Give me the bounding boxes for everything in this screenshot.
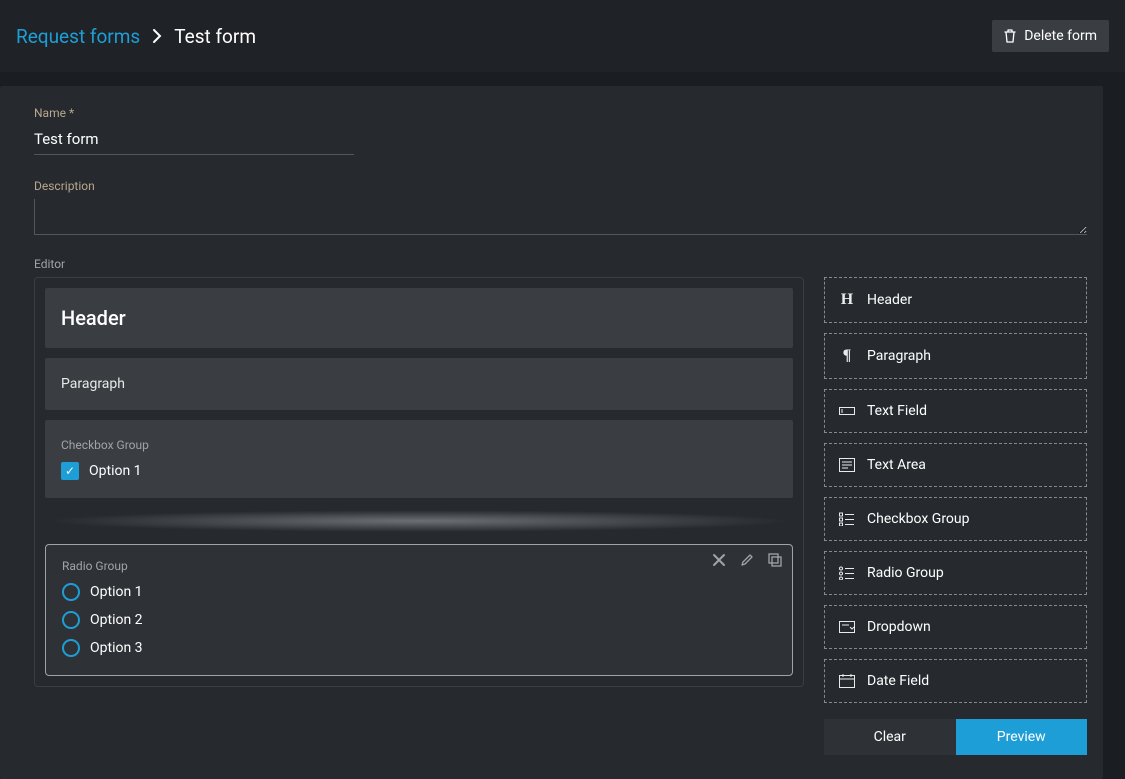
- name-input[interactable]: [34, 126, 354, 155]
- canvas-block-radio-group[interactable]: Radio Group Option 1 Option 2 Option 3: [45, 544, 793, 676]
- main-panel: Name * Description Editor Header Paragra…: [0, 86, 1103, 779]
- editor-area: Header Paragraph Checkbox Group ✓ Option…: [34, 277, 1087, 755]
- canvas-block-checkbox-group[interactable]: Checkbox Group ✓ Option 1: [45, 420, 793, 498]
- date-field-icon: [839, 674, 855, 688]
- breadcrumb-current: Test form: [174, 25, 256, 48]
- clear-button[interactable]: Clear: [824, 719, 956, 755]
- palette-item-label: Checkbox Group: [867, 511, 970, 527]
- chevron-right-icon: [152, 29, 162, 43]
- palette-item-label: Text Field: [867, 403, 927, 419]
- radio-icon[interactable]: [62, 611, 80, 629]
- radio-option-label: Option 1: [90, 584, 143, 600]
- drop-indicator: [45, 510, 793, 532]
- description-label: Description: [34, 179, 1087, 193]
- delete-form-button[interactable]: Delete form: [992, 20, 1109, 52]
- radio-option-label: Option 3: [90, 640, 143, 656]
- checkbox-option-label: Option 1: [89, 463, 142, 479]
- palette-column: H Header ¶ Paragraph Text Field Text Are…: [824, 277, 1087, 755]
- palette-item-text-field[interactable]: Text Field: [824, 389, 1087, 433]
- block-toolbar: [712, 553, 782, 567]
- palette-item-label: Paragraph: [867, 348, 931, 364]
- palette-item-paragraph[interactable]: ¶ Paragraph: [824, 333, 1087, 379]
- checkbox-group-icon: [839, 512, 855, 526]
- radio-option-row[interactable]: Option 3: [62, 639, 776, 657]
- canvas-block-header[interactable]: Header: [45, 288, 793, 348]
- palette-item-label: Date Field: [867, 673, 929, 689]
- breadcrumb: Request forms Test form: [16, 25, 256, 48]
- radio-option-row[interactable]: Option 1: [62, 583, 776, 601]
- close-icon[interactable]: [712, 553, 726, 567]
- header-bar: Request forms Test form Delete form: [0, 0, 1125, 72]
- palette-item-header[interactable]: H Header: [824, 277, 1087, 323]
- palette-item-label: Text Area: [867, 457, 926, 473]
- text-field-icon: [839, 405, 855, 417]
- text-area-icon: [839, 458, 855, 472]
- checkbox-group-label: Checkbox Group: [61, 438, 777, 452]
- paragraph-block-text: Paragraph: [61, 376, 777, 392]
- checkbox-option-row[interactable]: ✓ Option 1: [61, 462, 777, 480]
- radio-option-row[interactable]: Option 2: [62, 611, 776, 629]
- palette-item-date-field[interactable]: Date Field: [824, 659, 1087, 703]
- radio-icon[interactable]: [62, 583, 80, 601]
- edit-icon[interactable]: [740, 553, 754, 567]
- editor-label: Editor: [34, 257, 1087, 271]
- radio-group-label: Radio Group: [62, 559, 776, 573]
- description-field-group: Description: [34, 179, 1087, 239]
- radio-option-label: Option 2: [90, 612, 143, 628]
- header-block-text: Header: [61, 306, 777, 330]
- canvas-column: Header Paragraph Checkbox Group ✓ Option…: [34, 277, 804, 755]
- paragraph-icon: ¶: [839, 347, 855, 365]
- checkbox-icon[interactable]: ✓: [61, 462, 79, 480]
- palette-item-checkbox-group[interactable]: Checkbox Group: [824, 497, 1087, 541]
- palette-item-dropdown[interactable]: Dropdown: [824, 605, 1087, 649]
- palette-item-label: Dropdown: [867, 619, 931, 635]
- canvas-block-paragraph[interactable]: Paragraph: [45, 358, 793, 410]
- delete-form-label: Delete form: [1024, 28, 1097, 44]
- heading-icon: H: [839, 291, 855, 309]
- breadcrumb-root-link[interactable]: Request forms: [16, 25, 140, 48]
- trash-icon: [1004, 29, 1016, 43]
- palette-item-label: Radio Group: [867, 565, 944, 581]
- radio-icon[interactable]: [62, 639, 80, 657]
- dropdown-icon: [839, 621, 855, 633]
- preview-button[interactable]: Preview: [956, 719, 1088, 755]
- name-field-group: Name *: [34, 106, 1087, 155]
- palette-item-text-area[interactable]: Text Area: [824, 443, 1087, 487]
- name-label: Name *: [34, 106, 1087, 120]
- palette-item-radio-group[interactable]: Radio Group: [824, 551, 1087, 595]
- palette-item-label: Header: [867, 292, 912, 308]
- action-buttons: Clear Preview: [824, 719, 1087, 755]
- form-canvas[interactable]: Header Paragraph Checkbox Group ✓ Option…: [34, 277, 804, 687]
- radio-group-icon: [839, 566, 855, 580]
- copy-icon[interactable]: [768, 553, 782, 567]
- description-input[interactable]: [34, 199, 1087, 235]
